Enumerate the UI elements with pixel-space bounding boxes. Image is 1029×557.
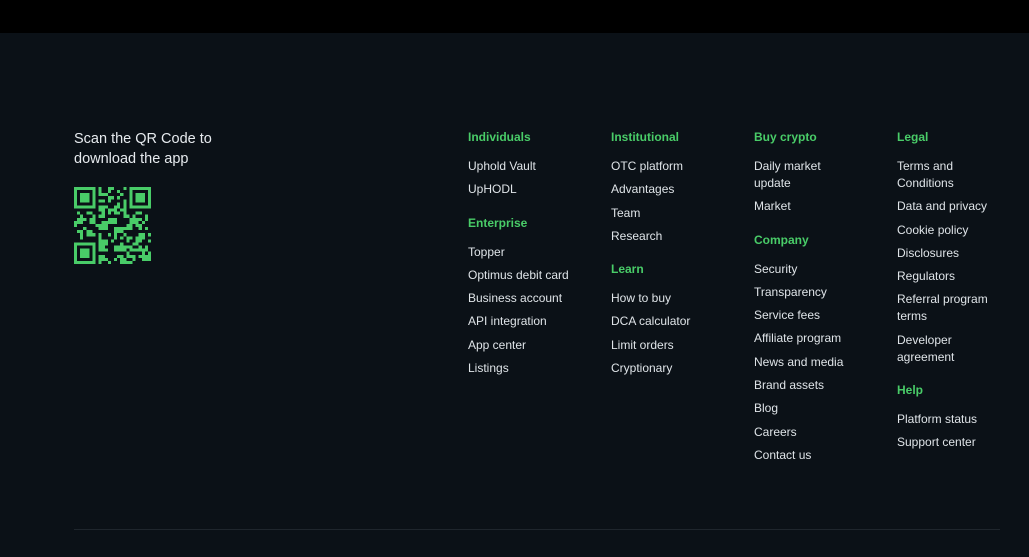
section-heading-help: Help — [897, 383, 924, 398]
footer-section-enterprise: Enterprise Topper Optimus debit card Bus… — [468, 215, 569, 377]
footer-link-optimus-debit-card[interactable]: Optimus debit card — [468, 267, 569, 284]
footer-link-cryptionary[interactable]: Cryptionary — [611, 360, 690, 377]
footer-link-dca-calculator[interactable]: DCA calculator — [611, 313, 690, 330]
footer-link-team[interactable]: Team — [611, 205, 690, 222]
footer-column-1: Individuals Uphold Vault UpHODL Enterpri… — [468, 129, 569, 383]
footer-link-developer-agreement[interactable]: Developer agreement — [897, 332, 967, 366]
footer-link-otc-platform[interactable]: OTC platform — [611, 158, 690, 175]
footer-link-research[interactable]: Research — [611, 228, 690, 245]
footer-link-api-integration[interactable]: API integration — [468, 313, 569, 330]
footer-link-referral-program-terms[interactable]: Referral program terms — [897, 291, 997, 325]
footer-link-news-and-media[interactable]: News and media — [754, 354, 843, 371]
footer-link-market[interactable]: Market — [754, 198, 843, 215]
footer-link-limit-orders[interactable]: Limit orders — [611, 337, 690, 354]
footer-link-contact-us[interactable]: Contact us — [754, 447, 843, 464]
footer-link-how-to-buy[interactable]: How to buy — [611, 290, 690, 307]
section-heading-enterprise: Enterprise — [468, 215, 528, 230]
top-bar — [0, 0, 1029, 33]
footer-link-cookie-policy[interactable]: Cookie policy — [897, 222, 997, 239]
section-heading-legal: Legal — [897, 130, 929, 144]
footer-link-uphold-vault[interactable]: Uphold Vault — [468, 158, 569, 175]
qr-code-icon[interactable] — [74, 187, 151, 264]
qr-caption: Scan the QR Code to download the app — [74, 131, 212, 167]
footer-link-affiliate-program[interactable]: Affiliate program — [754, 330, 843, 347]
footer-link-regulators[interactable]: Regulators — [897, 268, 997, 285]
footer-section-institutional: Institutional OTC platform Advantages Te… — [611, 129, 690, 245]
footer-link-topper[interactable]: Topper — [468, 244, 569, 261]
section-heading-institutional: Institutional — [611, 130, 679, 144]
footer-link-app-center[interactable]: App center — [468, 337, 569, 354]
footer-link-blog[interactable]: Blog — [754, 400, 843, 417]
footer-column-4: Legal Terms and Conditions Data and priv… — [897, 129, 997, 458]
footer-link-advantages[interactable]: Advantages — [611, 181, 690, 198]
footer-link-listings[interactable]: Listings — [468, 360, 569, 377]
footer-link-daily-market-update[interactable]: Daily market update — [754, 158, 834, 192]
footer-link-service-fees[interactable]: Service fees — [754, 307, 843, 324]
footer-link-business-account[interactable]: Business account — [468, 290, 569, 307]
footer-section-buy-crypto: Buy crypto Daily market update Market — [754, 129, 843, 215]
footer-section-help: Help Platform status Support center — [897, 382, 997, 451]
footer-link-uphodl[interactable]: UpHODL — [468, 181, 569, 198]
section-heading-company: Company — [754, 232, 809, 247]
footer-link-transparency[interactable]: Transparency — [754, 284, 843, 301]
footer-column-3: Buy crypto Daily market update Market Co… — [754, 129, 843, 470]
footer-link-terms-and-conditions[interactable]: Terms and Conditions — [897, 158, 967, 192]
section-heading-buy-crypto: Buy crypto — [754, 130, 817, 144]
footer-link-support-center[interactable]: Support center — [897, 434, 997, 451]
footer-column-2: Institutional OTC platform Advantages Te… — [611, 129, 690, 383]
footer-link-disclosures[interactable]: Disclosures — [897, 245, 997, 262]
footer-section-learn: Learn How to buy DCA calculator Limit or… — [611, 261, 690, 377]
footer-section-legal: Legal Terms and Conditions Data and priv… — [897, 129, 997, 366]
footer-divider — [74, 529, 1000, 530]
footer-link-careers[interactable]: Careers — [754, 424, 843, 441]
section-heading-individuals: Individuals — [468, 130, 531, 144]
footer-section-company: Company Security Transparency Service fe… — [754, 232, 843, 464]
footer-link-brand-assets[interactable]: Brand assets — [754, 377, 843, 394]
footer-link-data-and-privacy[interactable]: Data and privacy — [897, 198, 997, 215]
section-heading-learn: Learn — [611, 262, 644, 277]
footer-link-platform-status[interactable]: Platform status — [897, 411, 997, 428]
footer-link-security[interactable]: Security — [754, 261, 843, 278]
footer-section-individuals: Individuals Uphold Vault UpHODL — [468, 129, 569, 198]
